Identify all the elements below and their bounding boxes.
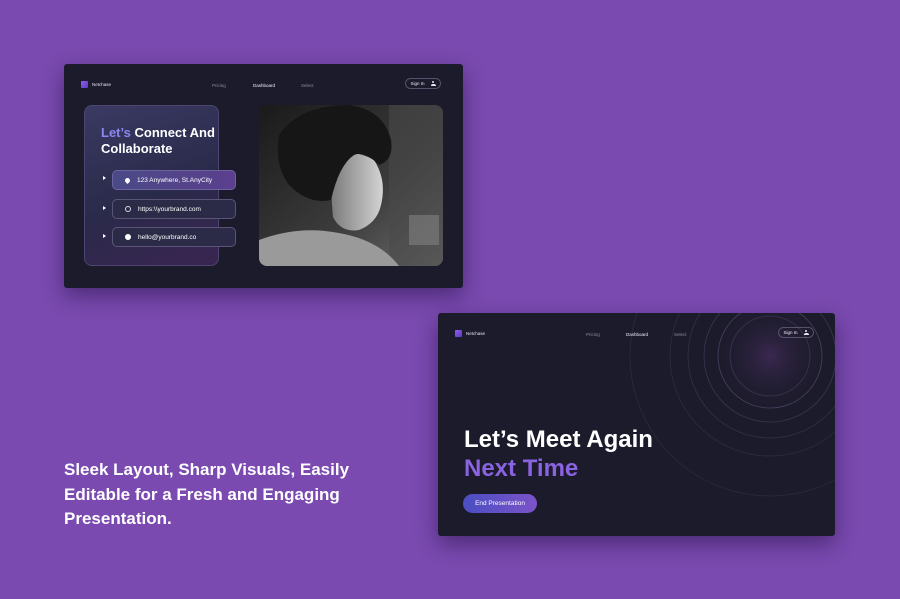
nav-link-dashboard[interactable]: Dashboard xyxy=(626,332,648,337)
nav-link-pricing[interactable]: Pricing xyxy=(212,83,226,88)
brand-logo[interactable]: Netchase xyxy=(455,330,485,337)
closing-title-line2: Next Time xyxy=(464,455,579,482)
nav-link-dashboard[interactable]: Dashboard xyxy=(253,83,275,88)
brand-name: Netchase xyxy=(92,82,112,87)
chevron-right-icon xyxy=(103,234,106,238)
closing-title-line1: Let’s Meet Again xyxy=(464,426,653,453)
end-presentation-button[interactable]: End Presentation xyxy=(463,494,537,513)
contact-email-text: hello@yourbrand.co xyxy=(138,233,197,241)
contact-slide: Netchase Pricing Dashboard Select Sign I… xyxy=(64,64,463,288)
slide2-navbar: Netchase Pricing Dashboard Select Sign I… xyxy=(438,313,835,353)
sign-in-button[interactable]: Sign In xyxy=(405,78,441,89)
contact-address-text: 123 Anywhere, St.AnyCity xyxy=(137,176,213,184)
logo-icon xyxy=(81,81,88,88)
portrait-illustration xyxy=(259,105,443,266)
nav-link-select[interactable]: Select xyxy=(301,83,314,88)
closing-slide: Netchase Pricing Dashboard Select Sign I… xyxy=(438,313,835,536)
sign-in-label: Sign In xyxy=(410,81,425,86)
contact-title-accent: Let’s xyxy=(101,125,131,140)
nav-link-pricing[interactable]: Pricing xyxy=(586,332,600,337)
logo-icon xyxy=(455,330,462,337)
closing-title: Let’s Meet Again Next Time xyxy=(464,425,653,483)
slide1-navbar: Netchase Pricing Dashboard Select Sign I… xyxy=(64,64,463,104)
globe-icon xyxy=(125,206,131,212)
user-icon xyxy=(803,329,809,336)
contact-item-website[interactable]: https:\\yourbrand.com xyxy=(112,199,236,219)
contact-card: Let’s Connect And Collaborate 123 Anywhe… xyxy=(84,105,236,266)
sign-in-button[interactable]: Sign In xyxy=(778,327,814,338)
chevron-right-icon xyxy=(103,176,106,180)
brand-logo[interactable]: Netchase xyxy=(81,81,111,88)
tagline: Sleek Layout, Sharp Visuals, Easily Edit… xyxy=(64,460,350,528)
contact-title: Let’s Connect And Collaborate xyxy=(101,125,221,157)
portrait-photo xyxy=(259,105,443,266)
nav-link-select[interactable]: Select xyxy=(674,332,687,337)
map-pin-icon xyxy=(123,176,132,184)
sign-in-label: Sign In xyxy=(783,330,798,335)
contact-item-email[interactable]: hello@yourbrand.co xyxy=(112,227,236,247)
chevron-right-icon xyxy=(103,206,106,210)
mail-icon xyxy=(125,234,131,240)
contact-item-address[interactable]: 123 Anywhere, St.AnyCity xyxy=(112,170,236,190)
brand-name: Netchase xyxy=(466,331,486,336)
user-icon xyxy=(430,80,436,87)
contact-website-text: https:\\yourbrand.com xyxy=(138,205,201,213)
